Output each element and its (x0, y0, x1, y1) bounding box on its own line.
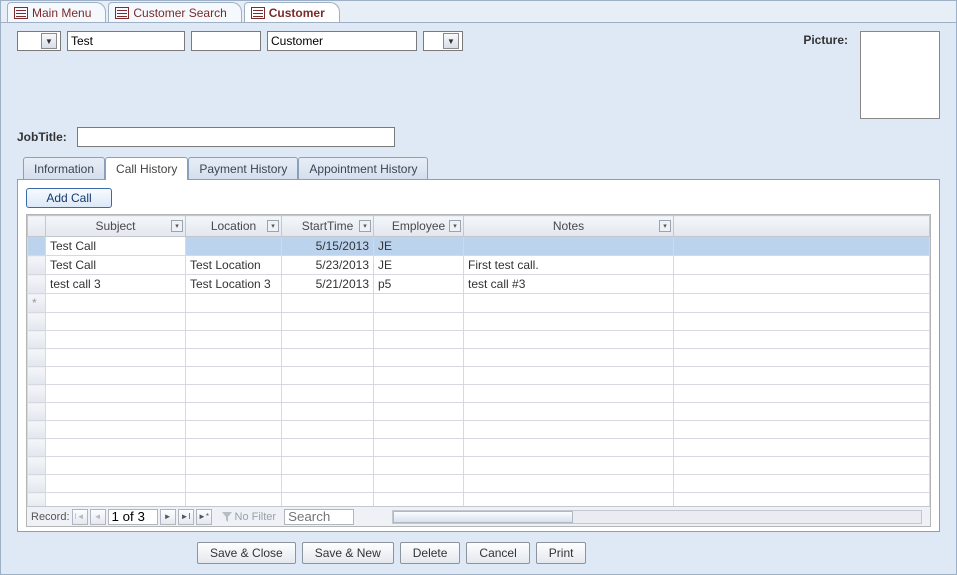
table-row[interactable]: Test Call Test Location 5/23/2013 JE Fir… (28, 256, 930, 275)
detail-tab-bar: Information Call History Payment History… (23, 157, 940, 180)
doc-tab-main-menu[interactable]: Main Menu (7, 2, 106, 22)
row-selector-new[interactable]: * (28, 294, 46, 313)
row-selector[interactable] (28, 237, 46, 256)
first-name-input[interactable] (67, 31, 185, 51)
suffix-combo[interactable]: ▼ (423, 31, 463, 51)
nav-last-button[interactable]: ►I (178, 509, 194, 525)
cell-employee[interactable]: p5 (374, 275, 464, 294)
nav-next-button[interactable]: ► (160, 509, 176, 525)
nav-first-button[interactable]: I◄ (72, 509, 88, 525)
nav-new-button[interactable]: ►* (196, 509, 212, 525)
call-table: Subject▾ Location▾ StartTime▾ Employee▾ … (27, 215, 930, 506)
select-all-corner[interactable] (28, 216, 46, 237)
col-location[interactable]: Location▾ (186, 216, 282, 237)
cell-employee[interactable]: JE (374, 256, 464, 275)
tab-call-history[interactable]: Call History (105, 157, 188, 180)
picture-label: Picture: (803, 31, 848, 47)
form-icon (251, 7, 265, 19)
h-scrollbar-thumb[interactable] (393, 511, 573, 523)
add-call-button[interactable]: Add Call (26, 188, 112, 208)
chevron-down-icon[interactable]: ▾ (659, 220, 671, 232)
chevron-down-icon[interactable]: ▾ (267, 220, 279, 232)
cell-start[interactable]: 5/23/2013 (282, 256, 374, 275)
save-new-button[interactable]: Save & New (302, 542, 394, 564)
footer-button-row: Save & Close Save & New Delete Cancel Pr… (17, 532, 940, 574)
cell-location[interactable]: Test Location (186, 256, 282, 275)
chevron-down-icon[interactable]: ▾ (171, 220, 183, 232)
document-tab-bar: Main Menu Customer Search Customer (1, 1, 956, 23)
doc-tab-label: Customer (269, 6, 325, 20)
table-row[interactable]: Test Call 5/15/2013 JE (28, 237, 930, 256)
record-position-box[interactable] (108, 509, 158, 525)
col-employee[interactable]: Employee▾ (374, 216, 464, 237)
col-notes[interactable]: Notes▾ (464, 216, 674, 237)
chevron-down-icon: ▼ (41, 33, 57, 49)
record-label: Record: (31, 511, 70, 523)
cell-start[interactable]: 5/15/2013 (282, 237, 374, 256)
save-close-button[interactable]: Save & Close (197, 542, 296, 564)
title-prefix-combo[interactable]: ▼ (17, 31, 61, 51)
job-title-row: JobTitle: (17, 127, 940, 147)
table-row[interactable]: test call 3 Test Location 3 5/21/2013 p5… (28, 275, 930, 294)
form-icon (115, 7, 129, 19)
chevron-down-icon[interactable]: ▾ (449, 220, 461, 232)
filter-indicator[interactable]: No Filter (222, 511, 277, 523)
form-area: ▼ ▼ Picture: JobTitle: Information Call … (1, 23, 956, 574)
cell-location[interactable] (186, 237, 282, 256)
middle-name-input[interactable] (191, 31, 261, 51)
row-selector[interactable] (28, 256, 46, 275)
call-history-panel: Add Call Subject▾ Location▾ StartTime▾ E… (17, 179, 940, 532)
doc-tab-label: Customer Search (133, 6, 226, 20)
cell-location[interactable]: Test Location 3 (186, 275, 282, 294)
call-grid: Subject▾ Location▾ StartTime▾ Employee▾ … (26, 214, 931, 527)
row-selector[interactable] (28, 275, 46, 294)
cell-notes[interactable] (464, 237, 674, 256)
cell-subject[interactable]: Test Call (46, 237, 186, 256)
tab-appointment-history[interactable]: Appointment History (298, 157, 428, 180)
col-blank (674, 216, 930, 237)
cell-notes[interactable]: First test call. (464, 256, 674, 275)
delete-button[interactable]: Delete (400, 542, 461, 564)
col-starttime[interactable]: StartTime▾ (282, 216, 374, 237)
doc-tab-label: Main Menu (32, 6, 91, 20)
customer-header-row: ▼ ▼ Picture: (17, 31, 940, 119)
cell-subject[interactable]: test call 3 (46, 275, 186, 294)
chevron-down-icon: ▼ (443, 33, 459, 49)
print-button[interactable]: Print (536, 542, 587, 564)
funnel-icon (222, 512, 232, 522)
job-title-label: JobTitle: (17, 130, 67, 144)
job-title-input[interactable] (77, 127, 395, 147)
tab-information[interactable]: Information (23, 157, 105, 180)
doc-tab-customer-search[interactable]: Customer Search (108, 2, 241, 22)
record-navigator: Record: I◄ ◄ ► ►I ►* No Filter (27, 506, 930, 526)
record-search-box[interactable] (284, 509, 354, 525)
doc-tab-customer[interactable]: Customer (244, 2, 340, 22)
cell-employee[interactable]: JE (374, 237, 464, 256)
cell-subject[interactable]: Test Call (46, 256, 186, 275)
nav-prev-button[interactable]: ◄ (90, 509, 106, 525)
chevron-down-icon[interactable]: ▾ (359, 220, 371, 232)
cancel-button[interactable]: Cancel (466, 542, 529, 564)
cell-start[interactable]: 5/21/2013 (282, 275, 374, 294)
form-icon (14, 7, 28, 19)
cell-notes[interactable]: test call #3 (464, 275, 674, 294)
picture-box[interactable] (860, 31, 940, 119)
tab-payment-history[interactable]: Payment History (188, 157, 298, 180)
col-subject[interactable]: Subject▾ (46, 216, 186, 237)
new-row[interactable]: * (28, 294, 930, 313)
last-name-input[interactable] (267, 31, 417, 51)
h-scrollbar[interactable] (392, 510, 922, 524)
